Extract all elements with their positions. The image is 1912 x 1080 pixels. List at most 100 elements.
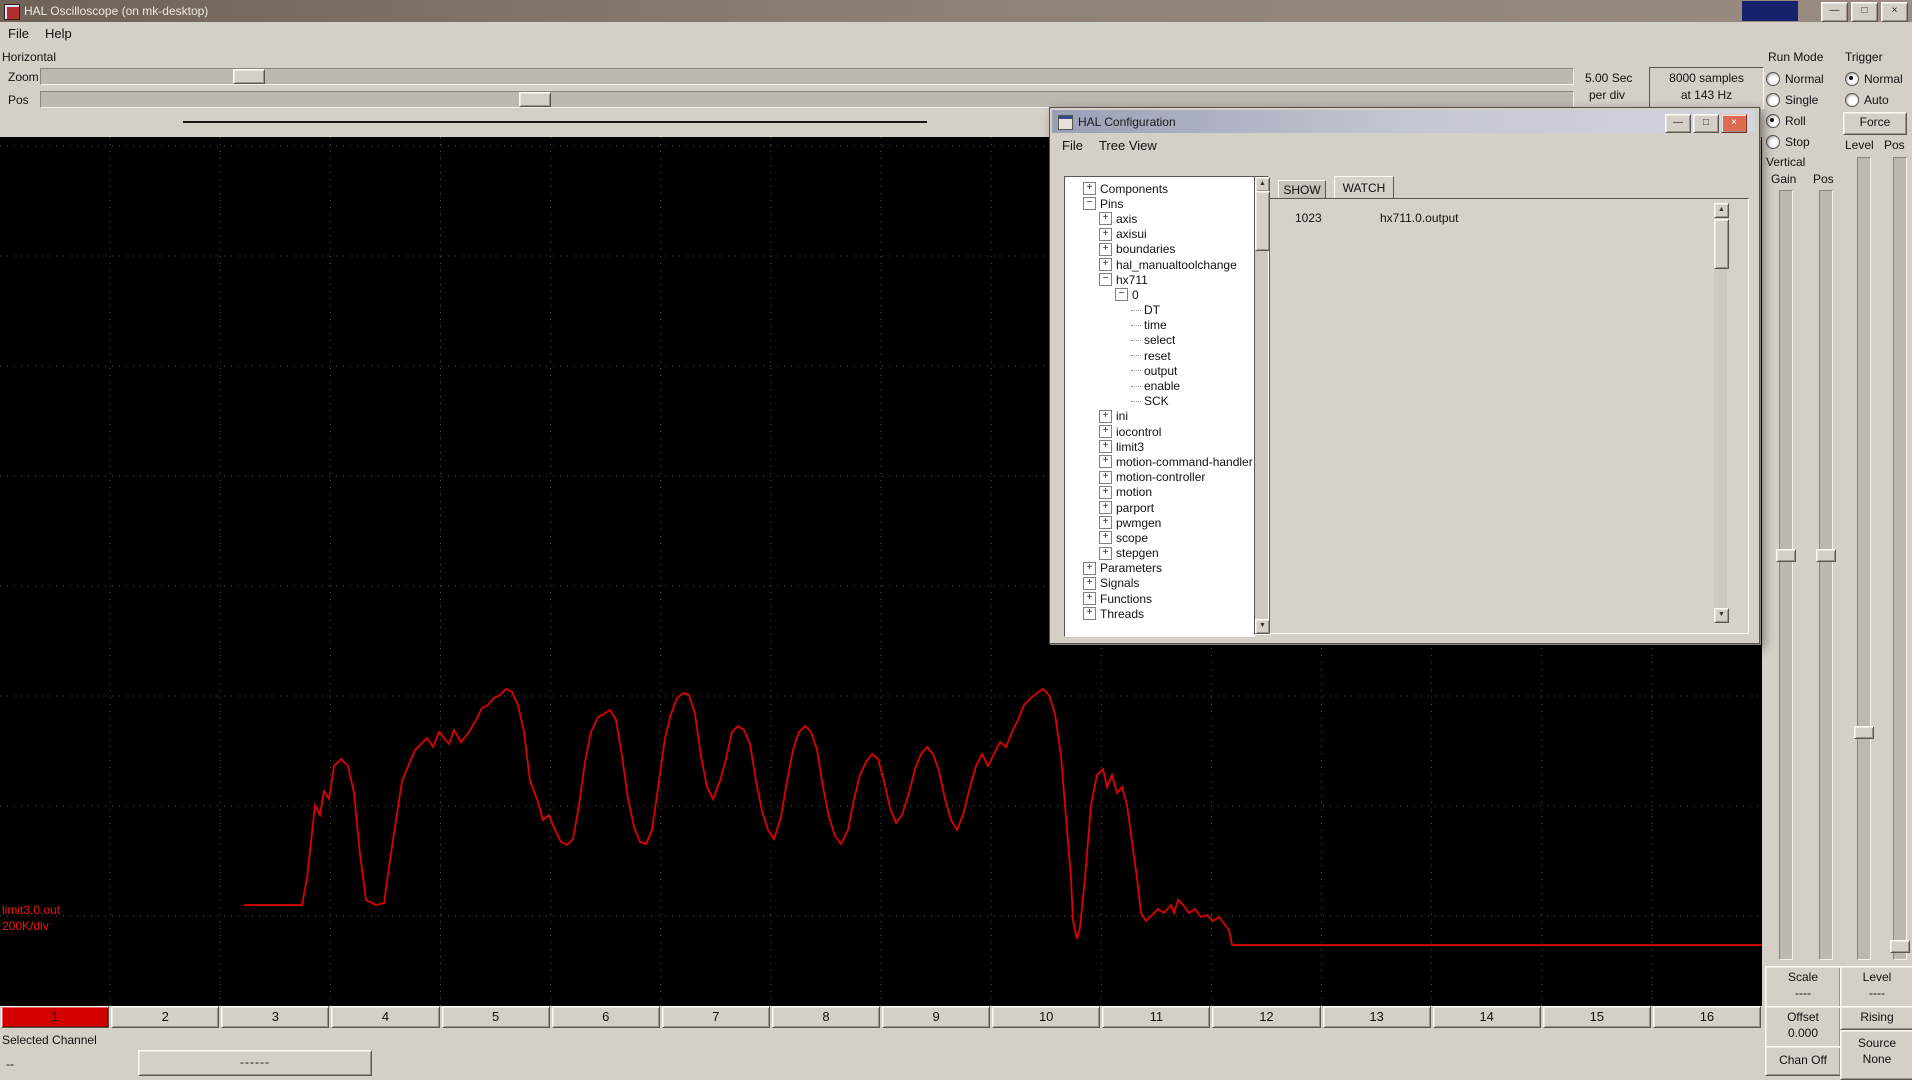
expand-icon[interactable]: + bbox=[1083, 562, 1096, 575]
rising-edge-button[interactable]: Rising bbox=[1840, 1006, 1912, 1030]
collapse-icon[interactable]: − bbox=[1083, 197, 1096, 210]
pos-slider-thumb[interactable] bbox=[519, 92, 551, 107]
expand-icon[interactable]: + bbox=[1099, 243, 1112, 256]
zoom-slider-thumb[interactable] bbox=[233, 69, 265, 84]
tree-item-iocontrol[interactable]: +iocontrol bbox=[1065, 424, 1254, 439]
channel-button-3[interactable]: 3 bbox=[221, 1006, 329, 1028]
expand-icon[interactable]: + bbox=[1083, 607, 1096, 620]
expand-icon[interactable]: + bbox=[1099, 486, 1112, 499]
tree-item-output[interactable]: output bbox=[1065, 363, 1254, 378]
tree-item-enable[interactable]: enable bbox=[1065, 378, 1254, 393]
tree-item-hal_manualtoolchange[interactable]: +hal_manualtoolchange bbox=[1065, 257, 1254, 272]
channel-button-5[interactable]: 5 bbox=[442, 1006, 550, 1028]
watch-scrollbar-thumb[interactable] bbox=[1714, 219, 1729, 269]
tree-item-sck[interactable]: SCK bbox=[1065, 394, 1254, 409]
run-mode-option-normal[interactable]: Normal bbox=[1766, 68, 1842, 89]
tree-item-motion-command-handler[interactable]: +motion-command-handler bbox=[1065, 454, 1254, 469]
channel-button-6[interactable]: 6 bbox=[552, 1006, 660, 1028]
expand-icon[interactable]: + bbox=[1099, 410, 1112, 423]
run-mode-option-stop[interactable]: Stop bbox=[1766, 131, 1842, 152]
maximize-icon[interactable]: □ bbox=[1693, 114, 1719, 133]
channel-button-4[interactable]: 4 bbox=[331, 1006, 439, 1028]
minimize-icon[interactable]: — bbox=[1665, 114, 1691, 133]
run-mode-option-single[interactable]: Single bbox=[1766, 89, 1842, 110]
tree-item-time[interactable]: time bbox=[1065, 318, 1254, 333]
channel-button-14[interactable]: 14 bbox=[1433, 1006, 1541, 1028]
trigger-pos-slider-thumb[interactable] bbox=[1890, 940, 1910, 953]
channel-button-9[interactable]: 9 bbox=[882, 1006, 990, 1028]
tree-item-ini[interactable]: +ini bbox=[1065, 409, 1254, 424]
tree-item-hx711[interactable]: −hx711 bbox=[1065, 272, 1254, 287]
expand-icon[interactable]: + bbox=[1099, 440, 1112, 453]
tree-item-dt[interactable]: DT bbox=[1065, 303, 1254, 318]
chan-off-button[interactable]: Chan Off bbox=[1765, 1046, 1841, 1076]
hal-menu-tree-view[interactable]: Tree View bbox=[1091, 136, 1165, 155]
expand-icon[interactable]: + bbox=[1099, 425, 1112, 438]
expand-icon[interactable]: + bbox=[1099, 228, 1112, 241]
trigger-pos-slider[interactable] bbox=[1893, 157, 1907, 960]
close-icon[interactable]: × bbox=[1721, 114, 1747, 133]
collapse-icon[interactable]: − bbox=[1115, 288, 1128, 301]
tree-item-pins[interactable]: −Pins bbox=[1065, 196, 1254, 211]
expand-icon[interactable]: + bbox=[1083, 592, 1096, 605]
channel-button-16[interactable]: 16 bbox=[1653, 1006, 1761, 1028]
channel-button-2[interactable]: 2 bbox=[111, 1006, 219, 1028]
expand-icon[interactable]: + bbox=[1083, 577, 1096, 590]
minimize-icon[interactable]: — bbox=[1821, 2, 1848, 22]
collapse-icon[interactable]: − bbox=[1099, 273, 1112, 286]
run-mode-option-roll[interactable]: Roll bbox=[1766, 110, 1842, 131]
trigger-level-slider-thumb[interactable] bbox=[1854, 726, 1874, 739]
channel-button-13[interactable]: 13 bbox=[1323, 1006, 1431, 1028]
tree-item-select[interactable]: select bbox=[1065, 333, 1254, 348]
tree-item-components[interactable]: +Components bbox=[1065, 181, 1254, 196]
tree-item-functions[interactable]: +Functions bbox=[1065, 591, 1254, 606]
tree-item-scope[interactable]: +scope bbox=[1065, 530, 1254, 545]
tree-scrollbar-thumb[interactable] bbox=[1255, 191, 1270, 251]
expand-icon[interactable]: + bbox=[1099, 455, 1112, 468]
tree-item-signals[interactable]: +Signals bbox=[1065, 576, 1254, 591]
scroll-down-icon[interactable]: ▼ bbox=[1714, 608, 1729, 623]
tree-item-boundaries[interactable]: +boundaries bbox=[1065, 242, 1254, 257]
trigger-option-auto[interactable]: Auto bbox=[1845, 89, 1911, 110]
trigger-level-slider[interactable] bbox=[1857, 157, 1871, 960]
menu-file[interactable]: File bbox=[0, 24, 37, 43]
tree-item-motion-controller[interactable]: +motion-controller bbox=[1065, 470, 1254, 485]
expand-icon[interactable]: + bbox=[1099, 531, 1112, 544]
tree-scrollbar[interactable]: ▲ ▼ bbox=[1254, 176, 1269, 635]
channel-button-11[interactable]: 11 bbox=[1102, 1006, 1210, 1028]
vertical-pos-slider-thumb[interactable] bbox=[1816, 549, 1836, 562]
expand-icon[interactable]: + bbox=[1099, 471, 1112, 484]
watch-row[interactable]: 1023hx711.0.output bbox=[1270, 209, 1748, 226]
expand-icon[interactable]: + bbox=[1099, 212, 1112, 225]
channel-button-15[interactable]: 15 bbox=[1543, 1006, 1651, 1028]
tree-item-limit3[interactable]: +limit3 bbox=[1065, 439, 1254, 454]
hal-menu-file[interactable]: File bbox=[1054, 136, 1091, 155]
tree-item-pwmgen[interactable]: +pwmgen bbox=[1065, 515, 1254, 530]
scroll-up-icon[interactable]: ▲ bbox=[1714, 203, 1729, 218]
tab-watch[interactable]: WATCH bbox=[1334, 176, 1394, 199]
channel-button-7[interactable]: 7 bbox=[662, 1006, 770, 1028]
tree-item-reset[interactable]: reset bbox=[1065, 348, 1254, 363]
menu-help[interactable]: Help bbox=[37, 24, 80, 43]
close-icon[interactable]: × bbox=[1881, 2, 1908, 22]
tree-item-axis[interactable]: +axis bbox=[1065, 211, 1254, 226]
tree-item-stepgen[interactable]: +stepgen bbox=[1065, 546, 1254, 561]
zoom-slider[interactable] bbox=[40, 68, 1574, 85]
gain-slider-thumb[interactable] bbox=[1776, 549, 1796, 562]
offset-button[interactable]: Offset 0.000 bbox=[1765, 1006, 1841, 1048]
force-button[interactable]: Force bbox=[1843, 112, 1907, 135]
maximize-icon[interactable]: □ bbox=[1851, 2, 1878, 22]
pos-slider[interactable] bbox=[40, 91, 1574, 108]
watch-scrollbar[interactable]: ▲ ▼ bbox=[1714, 203, 1727, 623]
selected-channel-name-box[interactable]: ------ bbox=[138, 1050, 372, 1076]
tab-show[interactable]: SHOW bbox=[1278, 180, 1326, 199]
expand-icon[interactable]: + bbox=[1099, 547, 1112, 560]
channel-button-10[interactable]: 10 bbox=[992, 1006, 1100, 1028]
channel-button-8[interactable]: 8 bbox=[772, 1006, 880, 1028]
vertical-pos-slider[interactable] bbox=[1819, 190, 1833, 960]
trigger-source-button[interactable]: Source None bbox=[1840, 1030, 1912, 1080]
channel-button-12[interactable]: 12 bbox=[1212, 1006, 1320, 1028]
scroll-down-icon[interactable]: ▼ bbox=[1255, 619, 1270, 634]
trigger-option-normal[interactable]: Normal bbox=[1845, 68, 1911, 89]
scroll-up-icon[interactable]: ▲ bbox=[1255, 177, 1270, 192]
